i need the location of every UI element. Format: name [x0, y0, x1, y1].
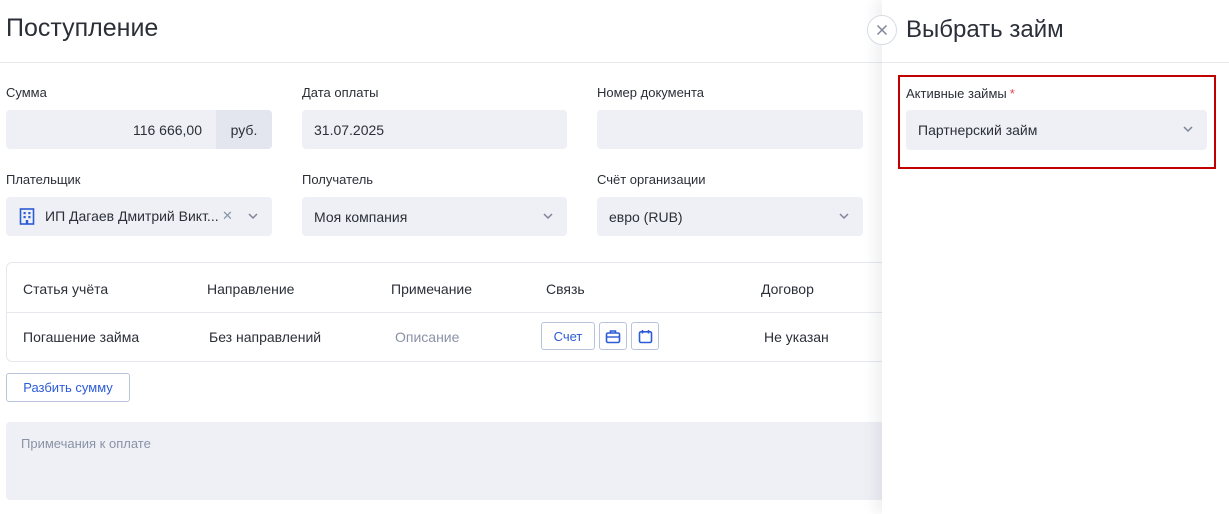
- panel-title: Выбрать займ: [906, 16, 1064, 43]
- chevron-down-icon[interactable]: [246, 209, 260, 223]
- building-icon: [19, 208, 35, 225]
- org-account-select[interactable]: евро (RUB): [597, 197, 863, 236]
- briefcase-icon: [605, 329, 621, 343]
- chevron-down-icon: [543, 213, 553, 220]
- split-sum-button[interactable]: Разбить сумму: [6, 373, 130, 402]
- active-loans-value: Партнерский займ: [918, 122, 1038, 138]
- payer-value: ИП Дагаев Дмитрий Викт...: [45, 208, 219, 224]
- sum-value: 116 666,00: [132, 121, 202, 138]
- title-divider: [0, 62, 882, 63]
- note-input[interactable]: Описание: [395, 329, 459, 345]
- column-header-contract: Договор: [761, 281, 814, 297]
- close-panel-button[interactable]: [867, 15, 897, 45]
- table-divider: [7, 312, 905, 313]
- sum-input[interactable]: 116 666,00: [6, 110, 216, 149]
- org-account-value: евро (RUB): [609, 208, 683, 225]
- payer-label: Плательщик: [6, 172, 81, 187]
- page-title: Поступление: [6, 14, 159, 42]
- payment-form: Поступление Сумма 116 666,00 руб. Дата о…: [0, 0, 906, 514]
- column-header-note: Примечание: [391, 281, 473, 297]
- doc-number-input[interactable]: [597, 110, 863, 149]
- panel-divider: [882, 62, 1229, 63]
- cell-contract[interactable]: Не указан: [764, 329, 829, 345]
- notes-placeholder: Примечания к оплате: [21, 436, 151, 451]
- payment-date-input[interactable]: 31.07.2025: [302, 110, 567, 149]
- close-icon: [876, 24, 888, 36]
- briefcase-button[interactable]: [599, 322, 627, 350]
- chevron-down-icon: [1183, 126, 1193, 133]
- cell-direction[interactable]: Без направлений: [209, 329, 321, 345]
- calendar-button[interactable]: [631, 322, 659, 350]
- active-loans-label-text: Активные займы: [906, 86, 1007, 101]
- payment-notes-textarea[interactable]: Примечания к оплате: [6, 422, 886, 500]
- accounting-table: Статья учёта Направление Примечание Связ…: [6, 262, 906, 362]
- recipient-select[interactable]: Моя компания: [302, 197, 567, 236]
- payer-select[interactable]: ИП Дагаев Дмитрий Викт... ✕: [6, 197, 272, 236]
- org-account-label: Счёт организации: [597, 172, 706, 187]
- currency-unit: руб.: [216, 110, 272, 149]
- column-header-link: Связь: [546, 281, 585, 297]
- payment-date-label: Дата оплаты: [302, 85, 379, 100]
- active-loans-select[interactable]: Партнерский займ: [906, 110, 1207, 150]
- chevron-down-icon: [839, 213, 849, 220]
- column-header-direction: Направление: [207, 281, 295, 297]
- cell-article[interactable]: Погашение займа: [23, 329, 139, 345]
- sum-label: Сумма: [6, 85, 47, 100]
- clear-icon[interactable]: ✕: [222, 208, 233, 224]
- column-header-article: Статья учёта: [23, 281, 109, 297]
- recipient-label: Получатель: [302, 172, 374, 187]
- active-loans-label: Активные займы *: [906, 86, 1015, 101]
- payment-date-value: 31.07.2025: [314, 121, 385, 138]
- recipient-value: Моя компания: [314, 208, 408, 225]
- calendar-icon: [638, 329, 652, 343]
- required-mark: *: [1009, 86, 1015, 101]
- select-loan-panel: Выбрать займ Активные займы * Партнерский…: [882, 0, 1229, 514]
- doc-number-label: Номер документа: [597, 85, 705, 100]
- invoice-button[interactable]: Счет: [541, 322, 595, 350]
